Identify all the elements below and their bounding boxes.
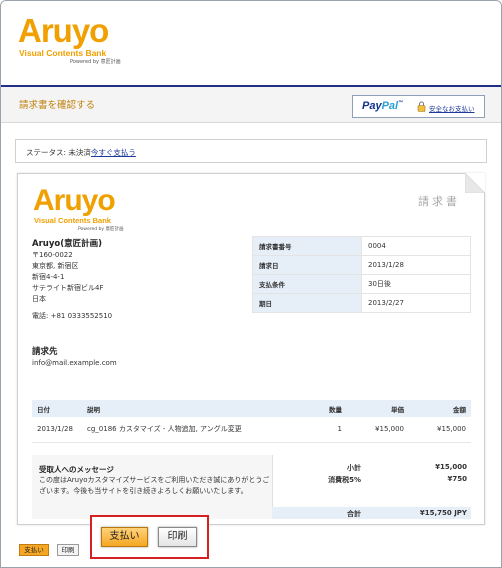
table-row: 2013/1/28 cg_0186 カスタマイズ - 人物追加, アングル変更 … bbox=[32, 417, 471, 443]
print-button[interactable]: 印刷 bbox=[158, 527, 197, 547]
meta-value: 2013/2/27 bbox=[361, 293, 471, 313]
bill-to-email: info@mail.example.com bbox=[32, 359, 117, 367]
col-description: 説明 bbox=[82, 400, 317, 417]
pay-button[interactable]: 支払い bbox=[101, 527, 148, 547]
logo-wordmark: Aruyo bbox=[18, 12, 109, 49]
address-line: サテライト新宿ビル4F bbox=[32, 284, 104, 292]
line-items-header: 日付 説明 数量 単価 金額 bbox=[32, 400, 471, 417]
meta-value: 2013/1/28 bbox=[361, 255, 471, 275]
highlight-callout: 支払い 印刷 bbox=[90, 515, 209, 559]
paypal-logo-pal: Pal bbox=[381, 100, 399, 112]
paypal-trademark: ™ bbox=[398, 100, 404, 106]
tax-value: ¥750 bbox=[447, 475, 467, 483]
bill-to: 請求先 info@mail.example.com bbox=[32, 346, 117, 369]
site-logo[interactable]: Aruyo Visual Contents Bank Powered by 意匠… bbox=[18, 12, 143, 66]
cell-description: cg_0186 カスタマイズ - 人物追加, アングル変更 bbox=[82, 417, 317, 443]
cell-amount: ¥15,000 bbox=[409, 417, 471, 443]
paypal-logo-pay: Pay bbox=[362, 100, 382, 112]
bill-to-label: 請求先 bbox=[32, 347, 58, 357]
address-line: 〒160-0022 bbox=[32, 251, 73, 259]
address-line: 日本 bbox=[32, 295, 46, 303]
status-text: ステータス: 未決済今すぐ支払う bbox=[26, 147, 136, 158]
window-frame: Aruyo Visual Contents Bank Powered by 意匠… bbox=[0, 0, 502, 568]
site-header: Aruyo Visual Contents Bank Powered by 意匠… bbox=[1, 1, 501, 85]
invoice-document: Aruyo Visual Contents Bank Powered by 意匠… bbox=[17, 173, 485, 525]
company-phone: 電話: +81 0333552510 bbox=[32, 312, 113, 320]
meta-row: 期日 2013/2/27 bbox=[252, 293, 471, 313]
status-label: ステータス: 未決済 bbox=[26, 148, 91, 157]
subtotal-value: ¥15,000 bbox=[435, 463, 467, 471]
meta-row: 請求日 2013/1/28 bbox=[252, 255, 471, 275]
page-title: 請求書を確認する bbox=[19, 100, 96, 111]
company-name: Aruyo(意匠計画) bbox=[32, 239, 102, 249]
pay-now-link[interactable]: 今すぐ支払う bbox=[91, 148, 136, 157]
tax-label: 消費税5% bbox=[328, 476, 361, 484]
address-line: 東京都, 新宿区 bbox=[32, 262, 79, 270]
logo-tagline: Visual Contents Bank bbox=[19, 48, 107, 58]
meta-row: 支払条件 30日後 bbox=[252, 274, 471, 294]
invoice-logo-powered-by: Powered by 意匠計画 bbox=[78, 227, 124, 232]
meta-value: 0004 bbox=[361, 236, 471, 256]
cell-unit-price: ¥15,000 bbox=[347, 417, 409, 443]
meta-row: 請求書番号 0004 bbox=[252, 236, 471, 256]
tax-row: 消費税5% ¥750 bbox=[272, 475, 471, 487]
pay-button-small[interactable]: 支払い bbox=[19, 544, 49, 556]
subtotal-label: 小計 bbox=[347, 464, 361, 472]
subtotal-row: 小計 ¥15,000 bbox=[272, 463, 471, 475]
paypal-logo: PayPal™ bbox=[362, 100, 403, 112]
paypal-badge[interactable]: PayPal™ 安全なお支払い bbox=[352, 95, 485, 118]
company-address: Aruyo(意匠計画) 〒160-0022 東京都, 新宿区 新宿4-4-1 サ… bbox=[32, 238, 112, 322]
lock-icon bbox=[417, 101, 426, 112]
col-quantity: 数量 bbox=[317, 400, 347, 417]
address-line: 新宿4-4-1 bbox=[32, 273, 65, 281]
invoice-logo-wordmark: Aruyo bbox=[33, 184, 116, 217]
invoice-logo-tagline: Visual Contents Bank bbox=[34, 216, 111, 225]
col-amount: 金額 bbox=[409, 400, 471, 417]
total-value: ¥15,750 JPY bbox=[419, 509, 467, 517]
status-bar: ステータス: 未決済今すぐ支払う bbox=[15, 139, 487, 163]
message-body: この度はAruyoカスタマイズサービスをご利用いただき誠にありがとうございます。… bbox=[39, 476, 270, 495]
col-unit-price: 単価 bbox=[347, 400, 409, 417]
subheader-bar: 請求書を確認する PayPal™ 安全なお支払い bbox=[1, 87, 501, 123]
invoice-title: 請求書 bbox=[418, 195, 460, 208]
col-date: 日付 bbox=[32, 400, 82, 417]
message-title: 受取人へのメッセージ bbox=[39, 465, 114, 474]
grand-total-row: 合計 ¥15,750 JPY bbox=[272, 507, 471, 519]
secure-payment-link[interactable]: 安全なお支払い bbox=[429, 103, 475, 113]
print-button-small[interactable]: 印刷 bbox=[57, 544, 79, 556]
meta-label: 請求日 bbox=[252, 255, 362, 275]
meta-value: 30日後 bbox=[361, 274, 471, 294]
logo-powered-by: Powered by 意匠計画 bbox=[70, 59, 121, 65]
cell-date: 2013/1/28 bbox=[32, 417, 82, 443]
meta-label: 期日 bbox=[252, 293, 362, 313]
meta-label: 請求書番号 bbox=[252, 236, 362, 256]
total-label: 合計 bbox=[347, 510, 361, 518]
page-fold-corner bbox=[465, 173, 485, 193]
totals-panel: 小計 ¥15,000 消費税5% ¥750 合計 ¥15,750 JPY bbox=[272, 455, 471, 519]
invoice-logo: Aruyo Visual Contents Bank Powered by 意匠… bbox=[33, 185, 128, 233]
line-items-table: 日付 説明 数量 単価 金額 2013/1/28 cg_0186 カスタマイズ … bbox=[32, 400, 471, 443]
invoice-meta-table: 請求書番号 0004 請求日 2013/1/28 支払条件 30日後 期日 20… bbox=[252, 236, 471, 313]
meta-label: 支払条件 bbox=[252, 274, 362, 294]
recipient-message: 受取人へのメッセージ この度はAruyoカスタマイズサービスをご利用いただき誠に… bbox=[32, 455, 272, 519]
cell-quantity: 1 bbox=[317, 417, 347, 443]
